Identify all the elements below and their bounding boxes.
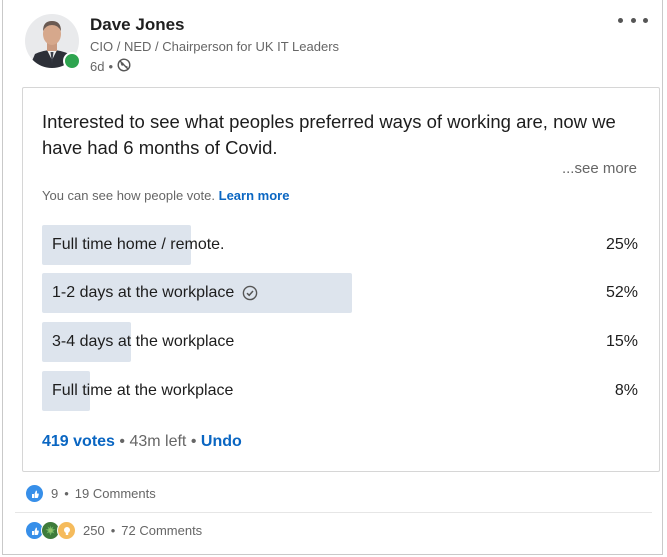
poll-option[interactable]: Full time at the workplace 8% xyxy=(42,371,638,411)
social-separator: • xyxy=(64,486,69,501)
poll-card: Interested to see what peoples preferred… xyxy=(22,87,660,472)
learn-more-link[interactable]: Learn more xyxy=(219,188,290,203)
vote-visibility-notice: You can see how people vote. Learn more xyxy=(42,188,289,203)
dot-icon xyxy=(643,17,648,23)
see-more-link[interactable]: ...see more xyxy=(562,160,637,177)
poll-option-label: 3-4 days at the workplace xyxy=(52,322,234,362)
poll-option-percent: 52% xyxy=(605,284,638,301)
footer-separator: • xyxy=(119,433,125,450)
reaction-count: 9 xyxy=(51,486,59,501)
undo-vote-link[interactable]: Undo xyxy=(201,433,242,450)
poll-option-text: 1-2 days at the workplace xyxy=(52,284,235,301)
insightful-icon xyxy=(57,521,76,540)
globe-icon xyxy=(117,58,131,75)
poll-option[interactable]: 1-2 days at the workplace 52% xyxy=(42,273,638,313)
poll-option-label: Full time home / remote. xyxy=(52,225,225,265)
reaction-icons xyxy=(25,521,76,540)
author-headline: CIO / NED / Chairperson for UK IT Leader… xyxy=(90,39,340,54)
time-left: 43m left xyxy=(129,433,187,450)
social-separator: • xyxy=(110,523,116,538)
poll-option-text: Full time at the workplace xyxy=(52,382,234,399)
poll-footer: 419 votes • 43m left • Undo xyxy=(42,433,242,451)
poll-option-label: 1-2 days at the workplace xyxy=(52,273,258,313)
comments-count[interactable]: 72 Comments xyxy=(121,523,202,538)
reactions-summary-1[interactable]: 9 • 19 Comments xyxy=(25,484,156,503)
poll-option-percent: 25% xyxy=(605,236,638,253)
author-name[interactable]: Dave Jones xyxy=(90,15,185,35)
poll-option-text: Full time home / remote. xyxy=(52,236,225,253)
post-card: Dave Jones CIO / NED / Chairperson for U… xyxy=(2,0,663,555)
divider xyxy=(15,512,652,513)
more-options-button[interactable] xyxy=(618,12,648,28)
like-icon xyxy=(25,484,44,503)
post-meta: 6d • xyxy=(90,58,131,75)
poll-option-text: 3-4 days at the workplace xyxy=(52,333,235,350)
footer-separator: • xyxy=(190,433,197,450)
meta-separator: • xyxy=(108,59,114,74)
poll-question: Interested to see what peoples preferred… xyxy=(42,111,616,158)
reaction-icons xyxy=(25,484,44,503)
dot-icon xyxy=(630,17,636,23)
online-status-dot xyxy=(63,52,81,70)
post-time: 6d xyxy=(90,59,105,74)
reaction-count: 250 xyxy=(83,523,105,538)
poll-option-percent: 8% xyxy=(614,382,638,399)
poll-option[interactable]: Full time home / remote. 25% xyxy=(42,225,638,265)
check-circle-icon xyxy=(242,285,258,301)
dot-icon xyxy=(618,17,623,23)
comments-count[interactable]: 19 Comments xyxy=(75,486,156,501)
reactions-summary-2[interactable]: 250 • 72 Comments xyxy=(25,521,202,540)
poll-option-percent: 15% xyxy=(605,333,638,350)
votes-count-link[interactable]: 419 votes xyxy=(42,433,115,450)
poll-option[interactable]: 3-4 days at the workplace 15% xyxy=(42,322,638,362)
poll-option-label: Full time at the workplace xyxy=(52,371,233,411)
vote-notice-text: You can see how people vote. xyxy=(42,188,215,203)
